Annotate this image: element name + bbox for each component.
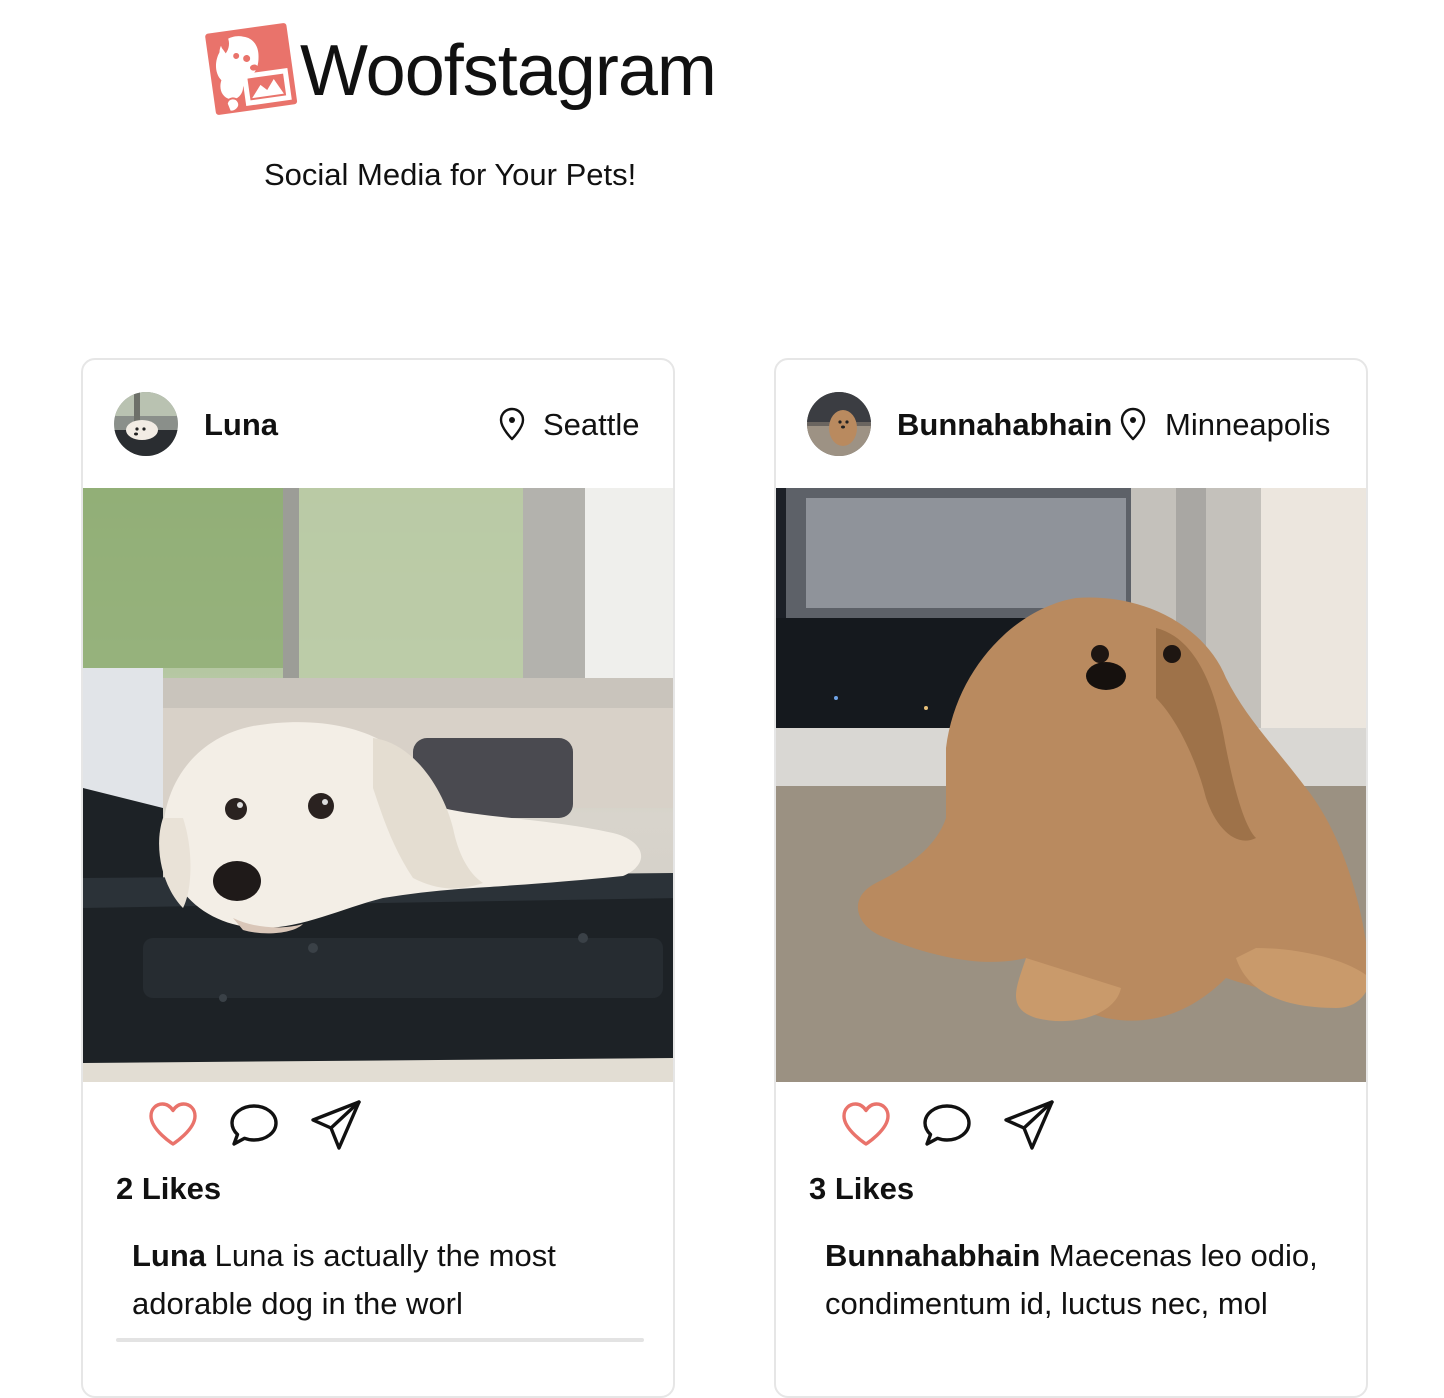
likes-count: 2 Likes [116, 1171, 222, 1206]
share-icon[interactable] [1002, 1098, 1056, 1152]
post-username[interactable]: Bunnahabhain [897, 406, 1112, 444]
post-caption: Bunnahabhain Maecenas leo odio, condimen… [825, 1232, 1335, 1328]
post-actions [776, 1098, 1366, 1154]
post-photo [83, 488, 673, 1082]
avatar[interactable] [807, 392, 871, 456]
caption-username[interactable]: Bunnahabhain [825, 1238, 1040, 1273]
brand-title: Woofstagram [300, 31, 717, 111]
tagline: Social Media for Your Pets! [264, 157, 637, 192]
post-card: Luna Seattle 2 Likes Luna Luna is actual… [81, 358, 675, 1398]
divider [116, 1338, 644, 1342]
post-username[interactable]: Luna [204, 406, 278, 444]
share-icon[interactable] [309, 1098, 363, 1152]
location-pin-icon [1120, 407, 1146, 441]
post-location: Minneapolis [1165, 407, 1331, 442]
caption-username[interactable]: Luna [132, 1238, 206, 1273]
location-pin-icon [499, 407, 525, 441]
post-card: Bunnahabhain Minneapolis 3 Likes Bunnaha… [774, 358, 1368, 1398]
comment-icon[interactable] [920, 1098, 974, 1152]
post-location: Seattle [543, 407, 640, 442]
heart-icon[interactable] [146, 1098, 200, 1152]
post-actions [83, 1098, 673, 1154]
site-header: Woofstagram Social Media for Your Pets! [0, 0, 1444, 220]
likes-count: 3 Likes [809, 1171, 915, 1206]
post-photo [776, 488, 1366, 1082]
avatar[interactable] [114, 392, 178, 456]
woofstagram-logo-icon [205, 23, 298, 115]
post-caption: Luna Luna is actually the most adorable … [132, 1232, 642, 1328]
heart-icon[interactable] [839, 1098, 893, 1152]
comment-icon[interactable] [227, 1098, 281, 1152]
